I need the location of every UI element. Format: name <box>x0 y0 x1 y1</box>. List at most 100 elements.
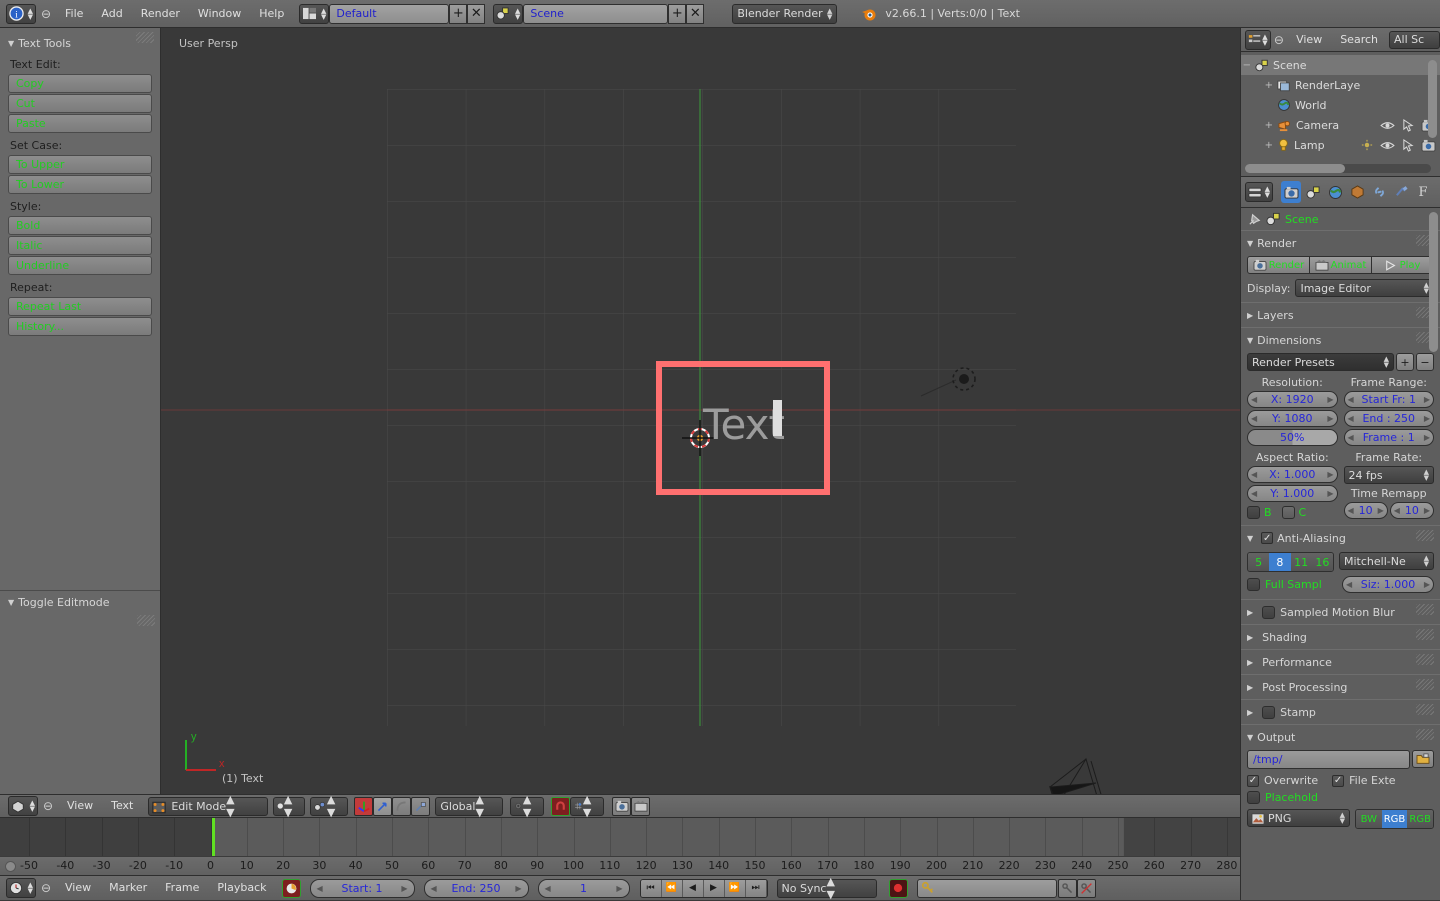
constraints-tab-icon[interactable] <box>1369 181 1389 203</box>
antialiasing-panel-header[interactable]: ▼ ✓ Anti-Aliasing <box>1247 528 1434 548</box>
properties-editor-icon[interactable]: ▲▼ <box>1245 182 1273 202</box>
antialiasing-checkbox[interactable]: ✓ <box>1261 532 1273 544</box>
timeline-editor[interactable]: -50-40-30-20-100102030405060708090100110… <box>0 818 1240 875</box>
manipulator-toggle-icon[interactable] <box>354 797 373 816</box>
cut-button[interactable]: Cut <box>8 94 152 113</box>
scene-icon[interactable]: ▲▼ <box>493 4 523 24</box>
render-still-icon[interactable] <box>612 797 631 816</box>
color-mode-rgb[interactable]: RGB <box>1382 810 1408 828</box>
file-format-dropdown[interactable]: PNG ▲▼ <box>1247 809 1350 827</box>
add-layout-button[interactable]: + <box>449 4 467 24</box>
dimensions-panel-header[interactable]: ▼ Dimensions <box>1247 330 1434 350</box>
remove-keyframe-icon[interactable] <box>1077 879 1096 898</box>
eye-icon[interactable] <box>1380 120 1395 131</box>
aa-filter-dropdown[interactable]: Mitchell-Ne ▲▼ <box>1339 552 1434 570</box>
full-sample-checkbox[interactable] <box>1247 578 1260 591</box>
outliner-editor[interactable]: ▲▼ ⊖ View Search All Sc −Scene+RenderLay… <box>1240 28 1440 176</box>
menu-window[interactable]: Window <box>189 4 250 24</box>
properties-vertical-scrollbar[interactable] <box>1429 212 1438 352</box>
expander-icon[interactable]: + <box>1241 140 1273 151</box>
layers-panel-header[interactable]: ▶ Layers <box>1247 305 1434 325</box>
shading-mode-dropdown[interactable]: ▲▼ <box>273 797 305 816</box>
panel-header[interactable]: ▶Shading <box>1247 627 1434 647</box>
outliner-row-lamp[interactable]: +Lamp <box>1241 135 1440 155</box>
remove-preset-button[interactable]: − <box>1416 353 1434 371</box>
properties-editor[interactable]: Scene ▼ Render Render Animat Pl <box>1240 208 1440 900</box>
start-frame-prop-field[interactable]: ◀ Start Fr: 1 ▶ <box>1344 391 1435 408</box>
outliner-row-world[interactable]: World <box>1241 95 1440 115</box>
outliner-row-renderlaye[interactable]: +RenderLaye <box>1241 75 1440 95</box>
timeline-playhead[interactable] <box>212 818 215 856</box>
resolution-percent-field[interactable]: 50% <box>1247 429 1338 446</box>
to-upper-button[interactable]: To Upper <box>8 155 152 174</box>
delete-layout-button[interactable]: ✕ <box>467 4 485 24</box>
timeline-menu-marker[interactable]: Marker <box>100 878 156 898</box>
collapse-menu-icon[interactable]: ⊖ <box>38 799 58 813</box>
panel-enable-checkbox[interactable] <box>1262 706 1275 719</box>
record-icon[interactable] <box>889 879 908 898</box>
outliner-menu-search[interactable]: Search <box>1331 30 1387 50</box>
3d-view-editor-icon[interactable]: ▲▼ <box>8 796 38 816</box>
cursor-arrow-icon[interactable] <box>1402 119 1414 132</box>
add-preset-button[interactable]: + <box>1396 353 1414 371</box>
aa-sample-8[interactable]: 8 <box>1269 553 1290 571</box>
panel-stamp[interactable]: ▶Stamp <box>1241 699 1440 724</box>
layers-panel[interactable]: ▶ Layers <box>1241 302 1440 327</box>
aa-sample-11[interactable]: 11 <box>1291 553 1312 571</box>
jump-start-icon[interactable]: ⏮ <box>641 880 662 897</box>
delete-scene-button[interactable]: ✕ <box>686 4 704 24</box>
end-frame-field[interactable]: ◀ End: 250 ▶ <box>424 879 529 898</box>
render-tab-icon[interactable] <box>1281 181 1301 203</box>
object-tab-icon[interactable] <box>1347 181 1367 203</box>
outliner-row-scene[interactable]: −Scene <box>1241 55 1440 75</box>
timeline-scrub-handle[interactable] <box>5 861 16 872</box>
outliner-menu-view[interactable]: View <box>1287 30 1331 50</box>
panel-post-processing[interactable]: ▶Post Processing <box>1241 674 1440 699</box>
rotate-manipulator-icon[interactable] <box>392 797 411 816</box>
start-frame-field[interactable]: ◀ Start: 1 ▶ <box>310 879 415 898</box>
snap-magnet-icon[interactable] <box>551 797 570 816</box>
aa-size-field[interactable]: ◀ Siz: 1.000 ▶ <box>1342 576 1434 593</box>
time-remap-new-field[interactable]: ◀ 10 ▶ <box>1390 502 1434 519</box>
aa-sample-16[interactable]: 16 <box>1312 553 1333 571</box>
expander-icon[interactable]: + <box>1241 80 1273 91</box>
menu-add[interactable]: Add <box>92 4 131 24</box>
timeline-menu-frame[interactable]: Frame <box>156 878 208 898</box>
current-frame-field[interactable]: ◀ 1 ▶ <box>538 879 630 898</box>
resolution-x-field[interactable]: ◀ X: 1920 ▶ <box>1247 391 1338 408</box>
crop-checkbox[interactable] <box>1282 506 1295 519</box>
auto-keyframe-icon[interactable] <box>282 879 301 898</box>
menu-file[interactable]: File <box>56 4 92 24</box>
add-scene-button[interactable]: + <box>668 4 686 24</box>
to-lower-button[interactable]: To Lower <box>8 175 152 194</box>
cursor-arrow-icon[interactable] <box>1402 139 1414 152</box>
scale-manipulator-icon[interactable] <box>411 797 430 816</box>
pivot-point-dropdown[interactable]: ▲▼ <box>310 797 348 816</box>
repeat-last-button[interactable]: Repeat Last <box>8 297 152 316</box>
viewport-menu-view[interactable]: View <box>58 796 102 816</box>
render-animation-button[interactable]: Animat <box>1310 256 1372 274</box>
aspect-x-field[interactable]: ◀ X: 1.000 ▶ <box>1247 466 1338 483</box>
screen-layout-icon[interactable]: ▲▼ <box>299 4 329 24</box>
resolution-y-field[interactable]: ◀ Y: 1080 ▶ <box>1247 410 1338 427</box>
font-tab-icon[interactable]: F <box>1413 181 1433 203</box>
play-reverse-icon[interactable]: ⏪ <box>662 880 683 897</box>
outliner-row-camera[interactable]: +Camera <box>1241 115 1440 135</box>
outliner-vertical-scrollbar[interactable] <box>1428 60 1437 138</box>
render-presets-dropdown[interactable]: Render Presets ▲▼ <box>1247 353 1394 371</box>
keying-set-field[interactable] <box>917 879 1057 898</box>
toggle-editmode-header[interactable]: ▼ Toggle Editmode <box>0 591 161 609</box>
timeline-editor-icon[interactable]: ▲▼ <box>6 878 36 898</box>
translate-manipulator-icon[interactable] <box>373 797 392 816</box>
collapse-menu-icon[interactable]: ⊖ <box>1271 33 1287 47</box>
timeline-ruler[interactable]: -50-40-30-20-100102030405060708090100110… <box>0 856 1240 875</box>
panel-header[interactable]: ▶Performance <box>1247 652 1434 672</box>
output-panel-header[interactable]: ▼ Output <box>1247 727 1434 747</box>
outliner-editor-icon[interactable]: ▲▼ <box>1245 30 1271 50</box>
copy-button[interactable]: Copy <box>8 74 152 93</box>
step-forward-icon[interactable]: ⏩ <box>725 880 746 897</box>
panel-header[interactable]: ▶Post Processing <box>1247 677 1434 697</box>
menu-help[interactable]: Help <box>250 4 293 24</box>
layout-name-field[interactable]: Default <box>329 4 449 24</box>
expander-icon[interactable]: + <box>1241 120 1273 131</box>
